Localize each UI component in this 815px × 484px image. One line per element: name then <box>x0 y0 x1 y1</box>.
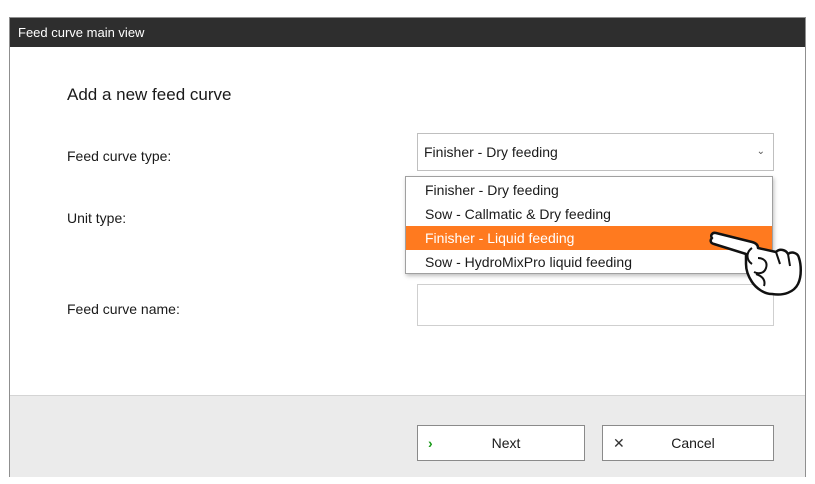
feed-curve-name-label: Feed curve name: <box>67 301 180 317</box>
cancel-button[interactable]: ✕ Cancel <box>602 425 774 461</box>
cancel-button-label: Cancel <box>671 435 715 451</box>
hand-pointer-icon <box>709 231 802 296</box>
page-title: Add a new feed curve <box>67 85 232 104</box>
chevron-down-icon: ⌄ <box>756 146 765 157</box>
unit-type-label: Unit type: <box>67 210 127 226</box>
next-button-label: Next <box>491 435 521 451</box>
dropdown-option[interactable]: Finisher - Dry feeding <box>406 178 772 202</box>
feed-curve-type-value: Finisher - Dry feeding <box>424 144 558 160</box>
dialog-footer: › Next ✕ Cancel <box>10 395 805 477</box>
feed-curve-type-label: Feed curve type: <box>67 148 172 164</box>
feed-curve-dialog: Feed curve main view Add a new feed curv… <box>9 17 806 477</box>
feed-curve-type-select[interactable]: Finisher - Dry feeding ⌄ <box>417 133 774 171</box>
next-button[interactable]: › Next <box>417 425 585 461</box>
window-title: Feed curve main view <box>10 18 805 47</box>
